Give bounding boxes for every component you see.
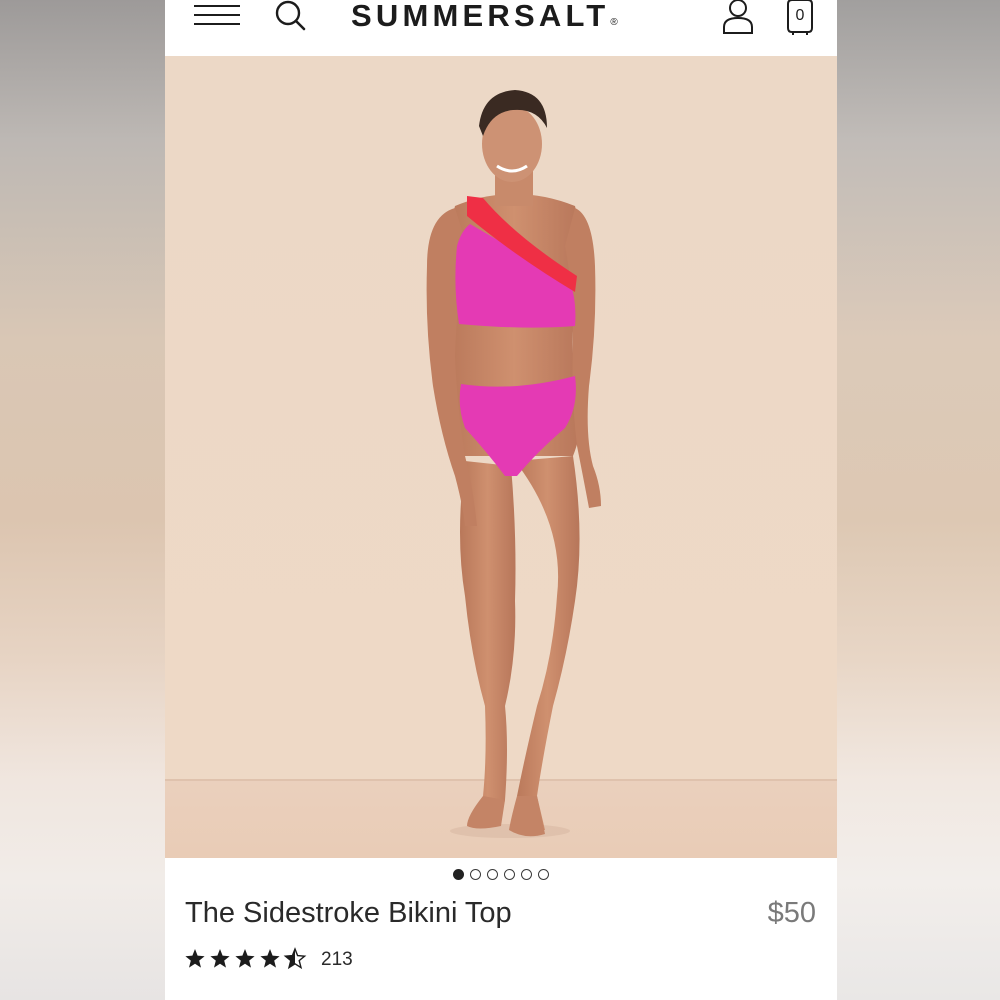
carousel-dot-2[interactable]	[470, 869, 481, 880]
cart-count-badge: 0	[795, 7, 805, 24]
star-half-icon-5	[283, 947, 307, 970]
brand-name: SUMMERSALT	[351, 0, 610, 33]
account-icon[interactable]	[721, 0, 755, 36]
carousel-dot-1[interactable]	[453, 869, 464, 880]
carousel-indicators	[453, 869, 549, 881]
star-icon-1	[185, 949, 205, 968]
top-navigation-bar: SUMMERSALT® 0	[165, 0, 837, 56]
rating-stars[interactable]	[185, 947, 309, 971]
brand-logo[interactable]: SUMMERSALT®	[351, 0, 671, 36]
carousel-dot-6[interactable]	[538, 869, 549, 880]
star-icon-2	[210, 949, 230, 968]
phone-screen: SUMMERSALT® 0 The Sidestroke Bikini Top …	[165, 0, 837, 1000]
carousel-dot-3[interactable]	[487, 869, 498, 880]
menu-icon[interactable]	[194, 4, 240, 26]
carousel-dot-5[interactable]	[521, 869, 532, 880]
star-icon-4	[260, 949, 280, 968]
product-price: $50	[767, 897, 816, 929]
backdrop-left	[0, 0, 165, 1000]
model-photo	[165, 56, 837, 858]
review-count[interactable]: 213	[321, 947, 353, 971]
product-title: The Sidestroke Bikini Top	[185, 897, 512, 929]
registered-mark: ®	[610, 17, 618, 28]
carousel-dot-4[interactable]	[504, 869, 515, 880]
star-icon-3	[235, 949, 255, 968]
backdrop-right	[837, 0, 1000, 1000]
search-icon[interactable]	[273, 0, 307, 32]
product-hero-image[interactable]	[165, 56, 837, 858]
